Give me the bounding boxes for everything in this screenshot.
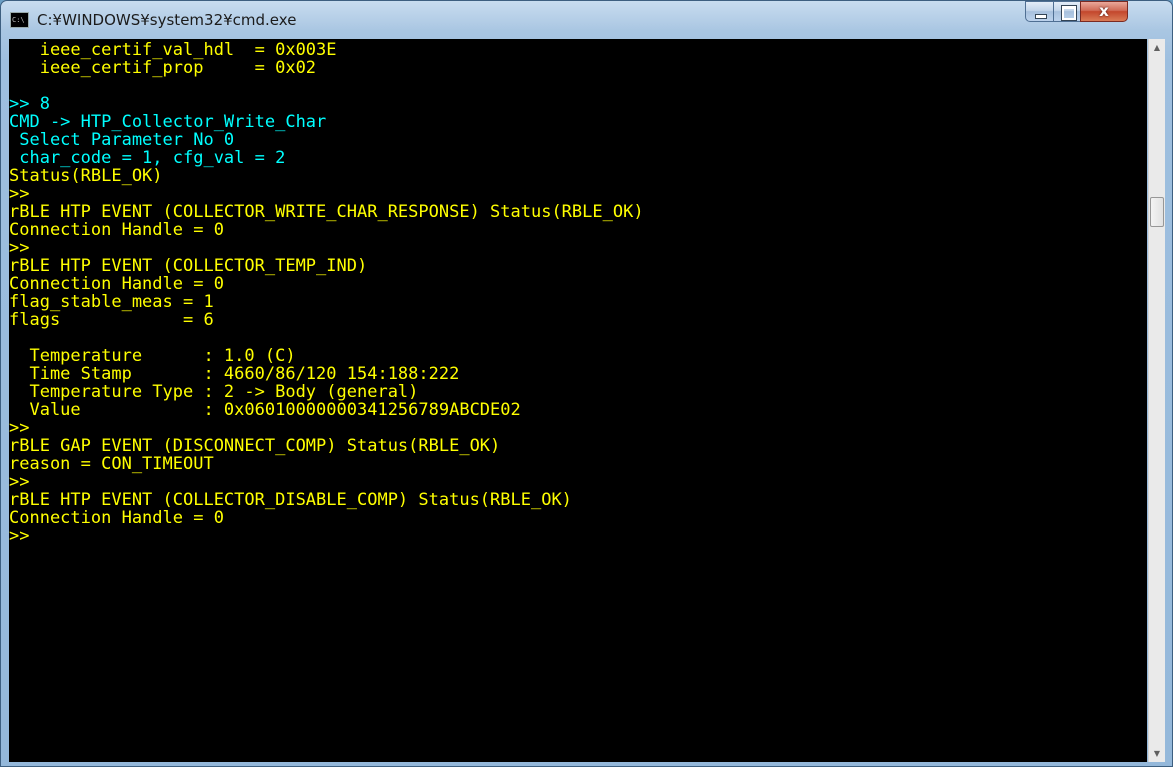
console-line: rBLE GAP EVENT (DISCONNECT_COMP) Status(… xyxy=(9,436,501,456)
minimize-button[interactable] xyxy=(1025,1,1054,22)
console-line: ieee_certif_prop = 0x02 xyxy=(9,58,317,78)
console-line: rBLE HTP EVENT (COLLECTOR_WRITE_CHAR_RES… xyxy=(9,202,644,222)
maximize-button[interactable] xyxy=(1053,1,1081,22)
cmd-window: C:\ C:¥WINDOWS¥system32¥cmd.exe x ieee_c… xyxy=(0,0,1173,767)
console-line: Value : 0x06010000000341256789ABCDE02 xyxy=(9,400,521,420)
console-line: Select Parameter No 0 xyxy=(9,130,235,150)
console-line: Temperature Type : 2 -> Body (general) xyxy=(9,382,419,402)
console-line: >> xyxy=(9,526,30,546)
console-line: flags = 6 xyxy=(9,310,214,330)
console-line: reason = CON_TIMEOUT xyxy=(9,454,214,474)
console-line: rBLE HTP EVENT (COLLECTOR_DISABLE_COMP) … xyxy=(9,490,572,510)
minimize-icon xyxy=(1035,14,1047,19)
console-line: Status(RBLE_OK) xyxy=(9,166,163,186)
title-bar[interactable]: C:\ C:¥WINDOWS¥system32¥cmd.exe x xyxy=(1,1,1172,39)
console-line: Time Stamp : 4660/86/120 154:188:222 xyxy=(9,364,460,384)
console-line: rBLE HTP EVENT (COLLECTOR_TEMP_IND) xyxy=(9,256,368,276)
console-line: Connection Handle = 0 xyxy=(9,274,224,294)
console-line: >> xyxy=(9,184,30,204)
console-line: CMD -> HTP_Collector_Write_Char xyxy=(9,112,327,132)
vertical-scrollbar[interactable]: ▲ ▼ xyxy=(1148,39,1165,762)
console-line: >> 8 xyxy=(9,94,50,114)
scrollbar-thumb[interactable] xyxy=(1150,197,1164,227)
console-line: Temperature : 1.0 (C) xyxy=(9,346,296,366)
console-line: Connection Handle = 0 xyxy=(9,508,224,528)
maximize-icon xyxy=(1062,6,1076,20)
console-line: ieee_certif_val_hdl = 0x003E xyxy=(9,40,337,60)
window-title: C:¥WINDOWS¥system32¥cmd.exe xyxy=(37,11,297,29)
close-icon: x xyxy=(1099,2,1109,20)
scroll-up-icon[interactable]: ▲ xyxy=(1149,39,1165,56)
close-button[interactable]: x xyxy=(1080,1,1128,22)
console-line: >> xyxy=(9,472,30,492)
console-line: Connection Handle = 0 xyxy=(9,220,224,240)
console-line: >> xyxy=(9,238,30,258)
console-lines: ieee_certif_val_hdl = 0x003E ieee_certif… xyxy=(9,39,1147,545)
scroll-down-icon[interactable]: ▼ xyxy=(1149,745,1165,762)
console-line: >> xyxy=(9,418,30,438)
cmd-icon[interactable]: C:\ xyxy=(10,12,29,28)
console-output[interactable]: ieee_certif_val_hdl = 0x003E ieee_certif… xyxy=(9,39,1147,762)
console-line: flag_stable_meas = 1 xyxy=(9,292,214,312)
console-line: char_code = 1, cfg_val = 2 xyxy=(9,148,286,168)
